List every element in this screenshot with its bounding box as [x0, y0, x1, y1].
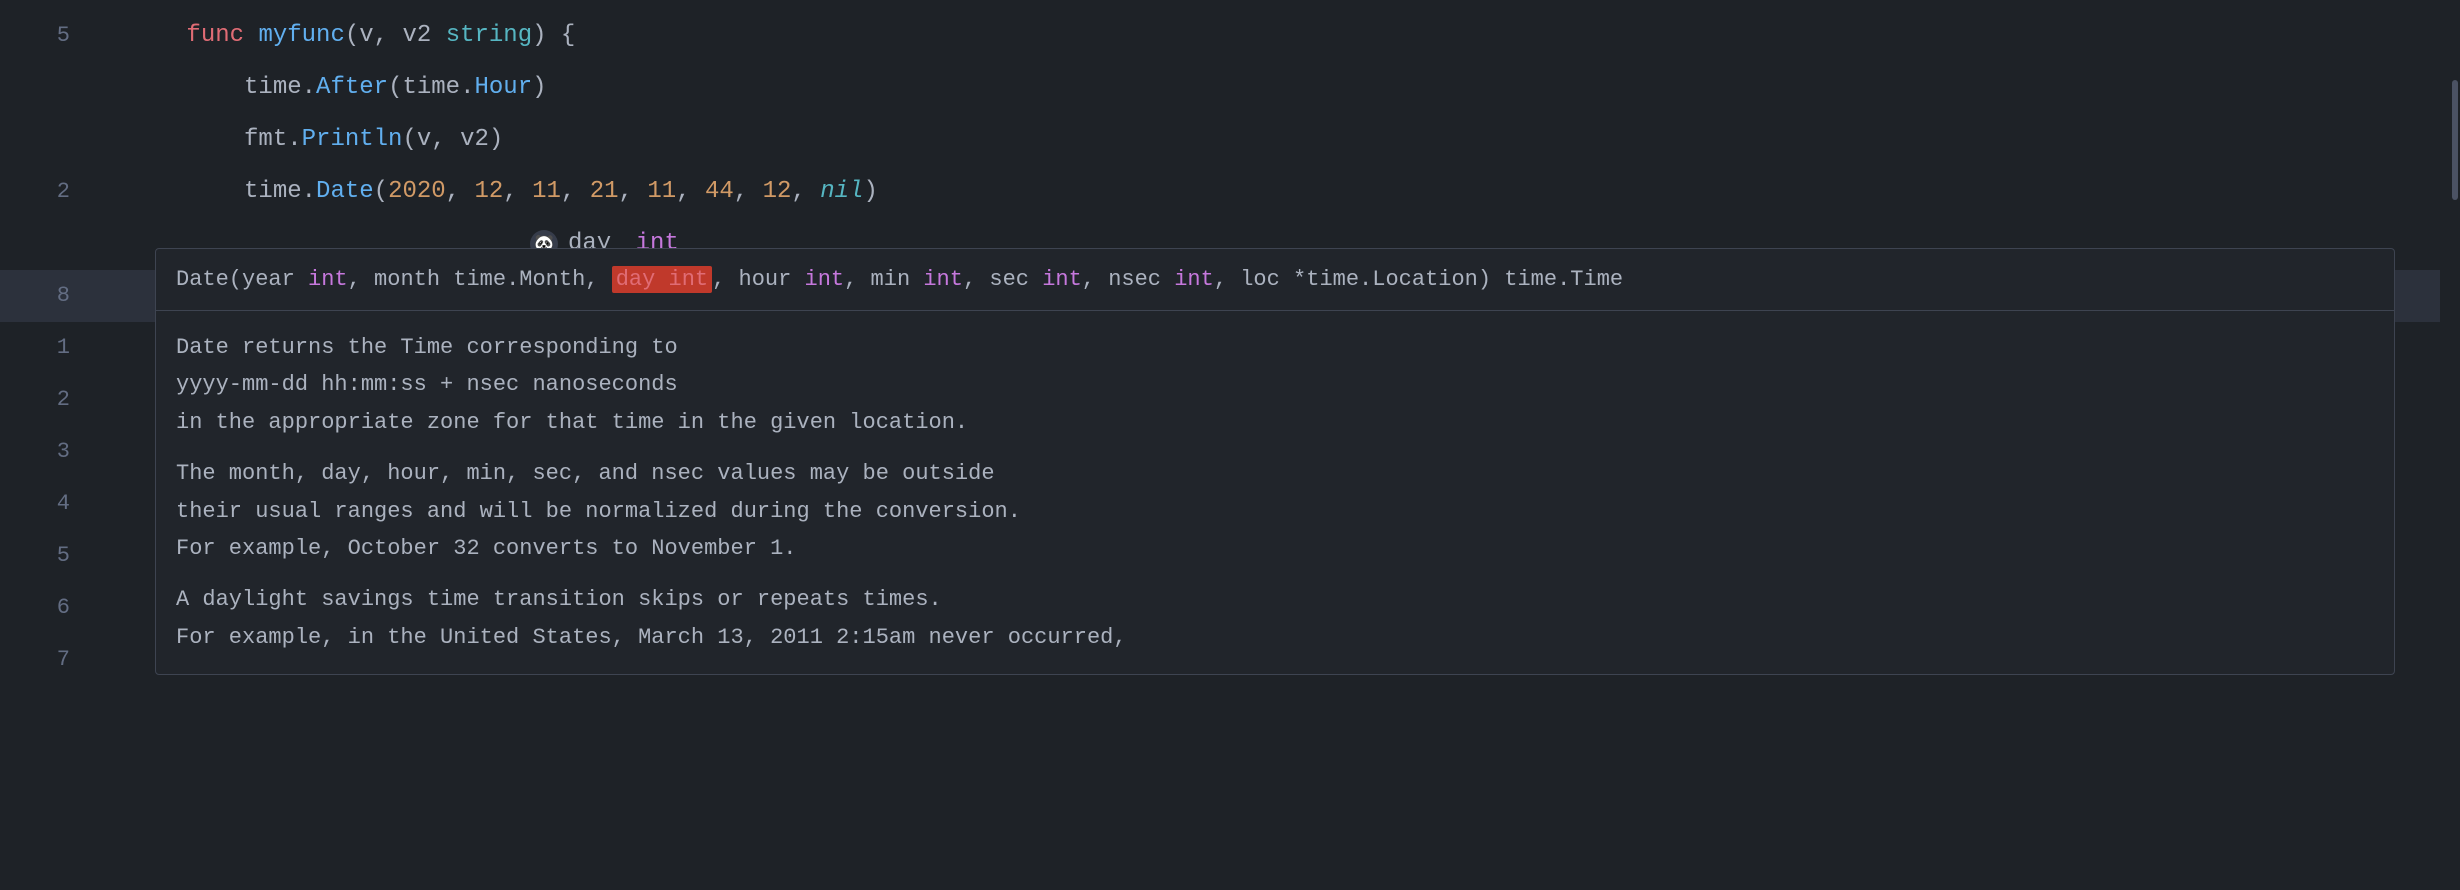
- method-date: Date: [316, 178, 374, 205]
- line-number-2b: 2: [20, 374, 70, 426]
- sig-highlight-day: day int: [612, 266, 712, 293]
- tooltip-signature: Date(year int, month time.Month, day int…: [156, 249, 2394, 311]
- comma2: ,: [503, 178, 532, 205]
- scrollbar-thumb[interactable]: [2452, 80, 2458, 200]
- comma3: ,: [561, 178, 590, 205]
- tooltip-p2l3: For example, October 32 converts to Nove…: [176, 536, 797, 561]
- sec-val: 44: [705, 178, 734, 205]
- sig-comma-nsec: , nsec: [1082, 267, 1174, 292]
- indent3: time.: [186, 178, 316, 205]
- day-val: 11: [532, 178, 561, 205]
- line-number-2: 2: [20, 166, 70, 218]
- tooltip-p2l1: The month, day, hour, min, sec, and nsec…: [176, 461, 995, 486]
- line-number-4: 4: [20, 478, 70, 530]
- sig-loc: , loc *time.Location) time.Time: [1214, 267, 1623, 292]
- tooltip-line2: yyyy-mm-dd hh:mm:ss + nsec nanoseconds: [176, 372, 678, 397]
- tooltip-p2l2: their usual ranges and will be normalize…: [176, 499, 1021, 524]
- line-number-6: 6: [20, 582, 70, 634]
- paren-close1: ): [532, 74, 546, 101]
- sig-comma-min: , min: [844, 267, 923, 292]
- hour-val: 21: [590, 178, 619, 205]
- nsec-val: 12: [763, 178, 792, 205]
- tooltip-p3l2: For example, in the United States, March…: [176, 625, 1127, 650]
- line-number-7: 7: [20, 634, 70, 686]
- comma7: ,: [791, 178, 820, 205]
- comma4: ,: [619, 178, 648, 205]
- tooltip-para2: The month, day, hour, min, sec, and nsec…: [176, 455, 2374, 567]
- tooltip-line3: in the appropriate zone for that time in…: [176, 410, 968, 435]
- paren-open2: (: [374, 178, 388, 205]
- sig-prefix: Date(year: [176, 267, 308, 292]
- comma6: ,: [734, 178, 763, 205]
- line-number-3: 3: [20, 426, 70, 478]
- comma1: ,: [446, 178, 475, 205]
- sig-comma-sec: , sec: [963, 267, 1042, 292]
- tooltip-p3l1: A daylight savings time transition skips…: [176, 587, 942, 612]
- sig-middle: , month time.Month,: [348, 267, 612, 292]
- comma5: ,: [676, 178, 705, 205]
- tooltip-para3: A daylight savings time transition skips…: [176, 581, 2374, 656]
- sig-int2: int: [805, 267, 845, 292]
- nil-val: nil: [820, 178, 863, 205]
- month-val: 12: [474, 178, 503, 205]
- year-val: 2020: [388, 178, 446, 205]
- sig-int1: int: [308, 267, 348, 292]
- scrollbar-track[interactable]: [2440, 0, 2460, 890]
- paren-close2: ): [863, 178, 877, 205]
- sig-comma-hour: , hour: [712, 267, 804, 292]
- code-line-date-full: 2 time.Date(2020, 12, 11, 21, 11, 44, 12…: [0, 166, 2460, 218]
- tooltip-line1: Date returns the Time corresponding to: [176, 335, 678, 360]
- sig-int3: int: [923, 267, 963, 292]
- line-number-8: 8: [20, 270, 70, 322]
- tooltip-para1: Date returns the Time corresponding to y…: [176, 329, 2374, 441]
- sig-int4: int: [1042, 267, 1082, 292]
- line-number-1: 1: [20, 322, 70, 374]
- sig-int5: int: [1174, 267, 1214, 292]
- min-val: 11: [647, 178, 676, 205]
- line-number-5b: 5: [20, 530, 70, 582]
- tooltip-body: Date returns the Time corresponding to y…: [156, 311, 2394, 674]
- line-number-5: 5: [20, 10, 70, 62]
- tooltip-popup: Date(year int, month time.Month, day int…: [155, 248, 2395, 675]
